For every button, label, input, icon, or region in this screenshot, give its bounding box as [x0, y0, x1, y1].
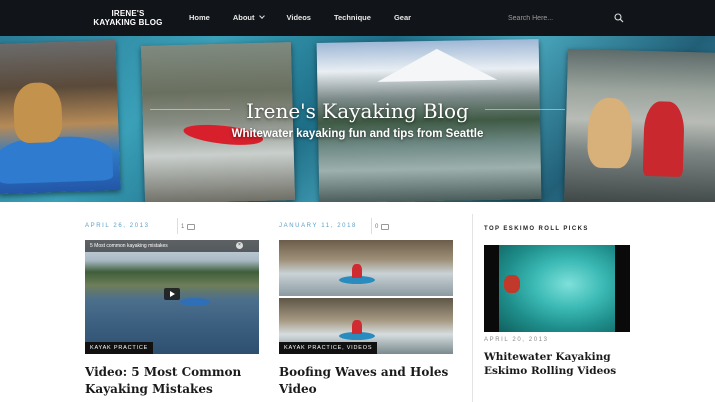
menu-label: Home [189, 13, 210, 22]
kayaker-shape [504, 275, 520, 293]
kayaker-shape [352, 320, 362, 334]
site-logo[interactable]: IRENE'S KAYAKING BLOG [92, 9, 164, 27]
chevron-down-icon [258, 13, 265, 19]
sidebar-post-title[interactable]: Whitewater Kayaking Eskimo Rolling Video… [484, 350, 634, 378]
category-tag[interactable]: KAYAK PRACTICE [85, 342, 154, 354]
menu-item-technique[interactable]: Technique [334, 13, 371, 22]
kayaker-shape [352, 264, 362, 278]
comment-count[interactable]: 1 [181, 224, 196, 230]
meta-divider [371, 218, 372, 234]
sidebar-post-date[interactable]: APRIL 20, 2013 [484, 337, 549, 343]
menu-label: Technique [333, 13, 371, 22]
hero-photo-dog-kayaker [563, 48, 715, 202]
post-date[interactable]: APRIL 26, 2013 [85, 223, 150, 229]
menu-item-home[interactable]: Home [189, 13, 210, 22]
post-thumbnail-video[interactable]: 5 Most common kayaking mistakes × [85, 240, 259, 354]
menu-label: Gear [393, 13, 412, 22]
menu-label: Videos [286, 13, 311, 22]
post-meta: APRIL 26, 2013 1 [85, 216, 259, 238]
comment-icon [187, 224, 196, 230]
menu-item-videos[interactable]: Videos [287, 13, 311, 22]
top-navbar: IRENE'S KAYAKING BLOG Home About Videos … [0, 0, 715, 36]
video-title-bar: 5 Most common kayaking mistakes × [85, 240, 259, 252]
mountain-shape [376, 47, 498, 82]
logo-line-2: KAYAKING BLOG [93, 18, 163, 27]
search-input[interactable] [508, 14, 608, 22]
hero-subtitle: Whitewater kayaking fun and tips from Se… [231, 128, 484, 140]
post-thumbnail-image[interactable] [279, 240, 453, 354]
search-box [508, 10, 628, 26]
hero-title: Irene's Kayaking Blog [246, 99, 469, 123]
logo-line-1: IRENE'S [111, 9, 145, 18]
search-icon[interactable] [614, 13, 624, 23]
menu-item-gear[interactable]: Gear [394, 13, 411, 22]
post-card: APRIL 26, 2013 1 5 Most common kayaking … [85, 216, 259, 396]
widget-title: TOP ESKIMO ROLL PICKS [484, 226, 589, 232]
post-date[interactable]: JANUARY 11, 2018 [279, 223, 357, 229]
close-icon[interactable]: × [236, 242, 243, 249]
sidebar-post-thumbnail[interactable] [484, 245, 630, 332]
meta-divider [177, 218, 178, 234]
video-title: 5 Most common kayaking mistakes [90, 243, 168, 249]
post-card: JANUARY 11, 2018 0 KAYAK PRACTICE, VIDEO… [279, 216, 453, 396]
comment-count[interactable]: 0 [375, 224, 390, 230]
play-button[interactable] [164, 288, 180, 300]
hero-banner: Irene's Kayaking Blog Whitewater kayakin… [0, 36, 715, 202]
menu-label: About [232, 13, 255, 22]
post-title[interactable]: Boofing Waves and Holes Video [279, 364, 455, 398]
kayak-shape [0, 135, 114, 185]
post-meta: JANUARY 11, 2018 0 [279, 216, 453, 238]
post-title[interactable]: Video: 5 Most Common Kayaking Mistakes [85, 364, 261, 398]
play-icon [170, 291, 175, 297]
main-menu: Home About Videos Technique Gear [189, 13, 434, 22]
comment-icon [381, 224, 390, 230]
image-top-frame [279, 240, 453, 296]
kayak-shape [180, 298, 210, 306]
sidebar-divider [472, 214, 473, 402]
comment-count-value: 0 [375, 224, 379, 230]
menu-item-about[interactable]: About [232, 13, 265, 22]
category-tag[interactable]: KAYAK PRACTICE, VIDEOS [279, 342, 378, 354]
comment-count-value: 1 [181, 224, 185, 230]
